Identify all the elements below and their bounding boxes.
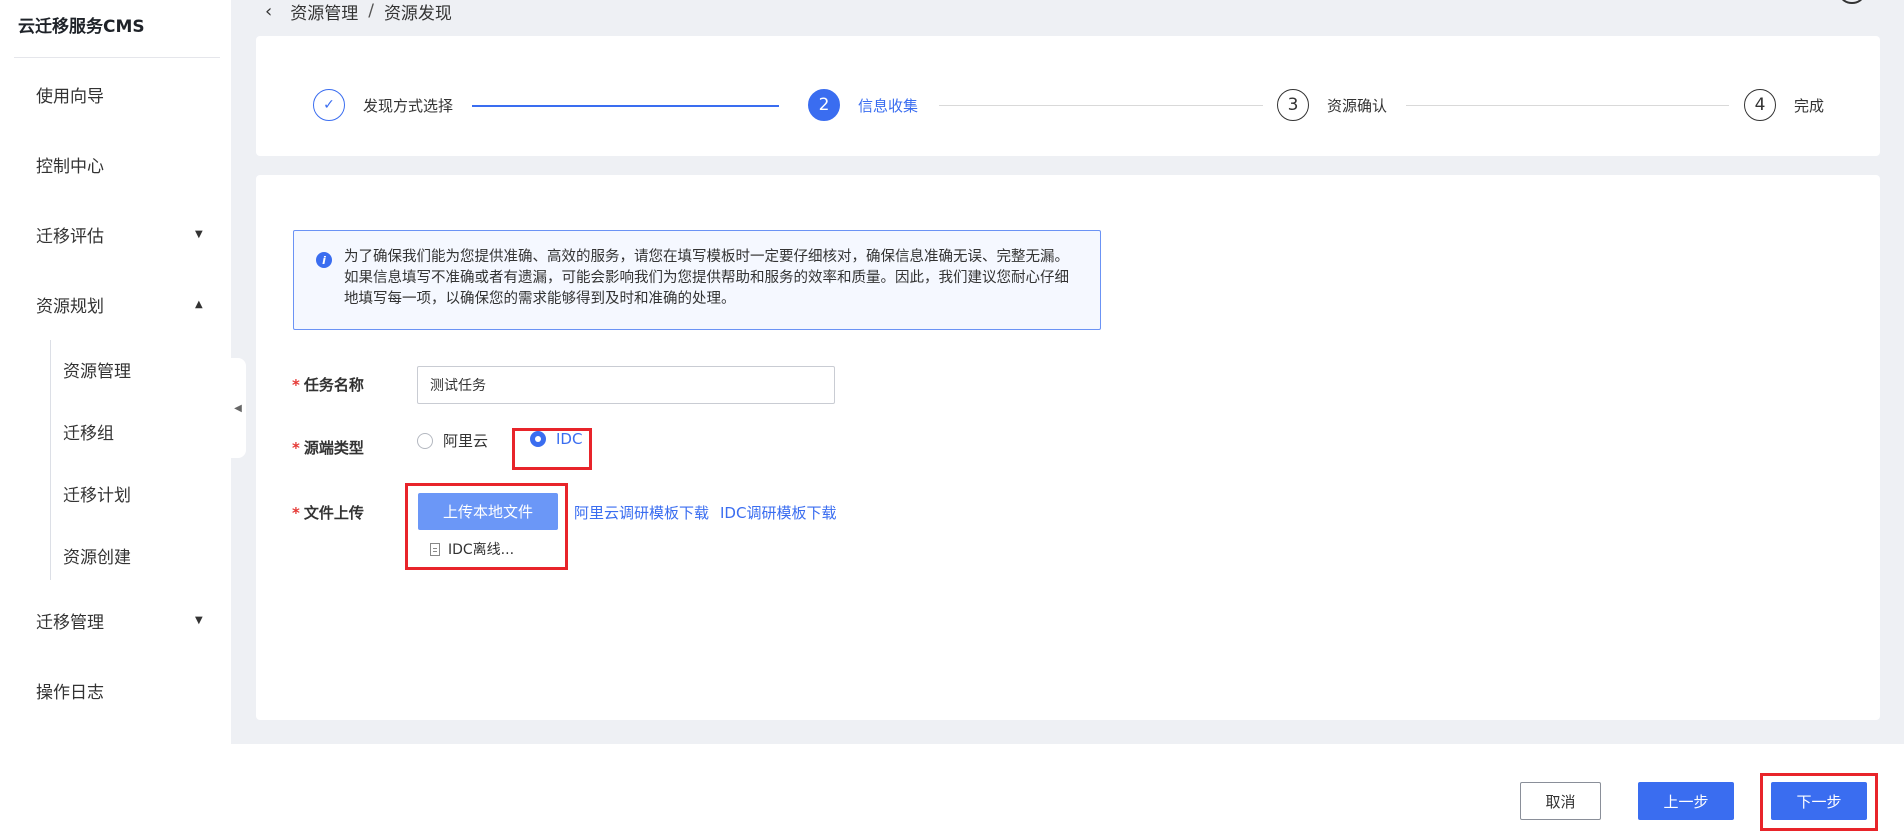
sidebar-collapse-button[interactable]: ◀ bbox=[230, 358, 246, 458]
app-title: 云迁移服务CMS bbox=[18, 17, 145, 37]
highlight-box-upload bbox=[405, 483, 568, 570]
highlight-box-next bbox=[1760, 773, 1878, 831]
sidebar-item-migration-management[interactable]: 迁移管理 ▼ bbox=[0, 600, 231, 640]
step-1: ✓ 发现方式选择 bbox=[313, 89, 453, 121]
highlight-box-idc bbox=[512, 428, 592, 470]
steps-card: ✓ 发现方式选择 2 信息收集 3 资源确认 4 完成 bbox=[256, 36, 1880, 156]
task-name-input[interactable] bbox=[417, 366, 835, 404]
sidebar-item-migration-assessment[interactable]: 迁移评估 ▼ bbox=[0, 214, 231, 254]
sidebar-item-guide[interactable]: 使用向导 bbox=[0, 74, 231, 114]
sidebar-subitem-label: 迁移组 bbox=[63, 423, 114, 444]
field-label-text: 任务名称 bbox=[303, 376, 364, 394]
info-notice: i 为了确保我们能为您提供准确、高效的服务，请您在填写模板时一定要仔细核对，确保… bbox=[293, 230, 1101, 330]
sidebar-item-label: 使用向导 bbox=[36, 86, 104, 107]
collapse-left-icon: ◀ bbox=[234, 402, 242, 414]
sidebar-item-label: 资源规划 bbox=[36, 296, 104, 317]
task-name-label: * 任务名称 bbox=[292, 374, 364, 395]
step-connector bbox=[472, 105, 779, 107]
step-3: 3 资源确认 bbox=[1277, 89, 1387, 121]
breadcrumb: ‹ 资源管理 / 资源发现 bbox=[265, 0, 452, 24]
caret-up-icon: ▲ bbox=[195, 298, 203, 310]
sidebar-subitem-label: 资源管理 bbox=[63, 361, 131, 382]
step-number: 4 bbox=[1744, 89, 1776, 121]
field-label-text: 源端类型 bbox=[303, 439, 364, 457]
caret-down-icon: ▼ bbox=[195, 614, 203, 626]
cancel-button[interactable]: 取消 bbox=[1520, 782, 1601, 820]
sidebar-item-label: 迁移评估 bbox=[36, 226, 104, 247]
breadcrumb-parent[interactable]: 资源管理 bbox=[290, 0, 358, 24]
sidebar-item-control-center[interactable]: 控制中心 bbox=[0, 144, 231, 184]
step-number: 2 bbox=[808, 89, 840, 121]
sidebar-subitem-migration-plan[interactable]: 迁移计划 bbox=[63, 475, 131, 511]
step-label: 发现方式选择 bbox=[363, 96, 454, 115]
required-mark: * bbox=[292, 376, 300, 394]
step-label: 信息收集 bbox=[858, 96, 919, 115]
radio-label: 阿里云 bbox=[443, 432, 489, 450]
caret-down-icon: ▼ bbox=[195, 228, 203, 240]
breadcrumb-separator: / bbox=[368, 1, 374, 21]
required-mark: * bbox=[292, 439, 300, 457]
step-label: 完成 bbox=[1794, 96, 1825, 115]
check-icon: ✓ bbox=[313, 89, 345, 121]
step-connector bbox=[1406, 105, 1729, 106]
notice-text: 为了确保我们能为您提供准确、高效的服务，请您在填写模板时一定要仔细核对，确保信息… bbox=[344, 249, 1069, 307]
sidebar: 云迁移服务CMS 使用向导 控制中心 迁移评估 ▼ 资源规划 ▲ 资源管理 迁移… bbox=[0, 0, 231, 831]
sidebar-subitem-label: 迁移计划 bbox=[63, 485, 131, 506]
sidebar-item-operation-log[interactable]: 操作日志 bbox=[0, 670, 231, 710]
help-icon[interactable] bbox=[1840, 0, 1864, 4]
sidebar-item-resource-planning[interactable]: 资源规划 ▲ bbox=[0, 284, 231, 324]
divider bbox=[14, 57, 220, 58]
sidebar-subitem-migration-group[interactable]: 迁移组 bbox=[63, 413, 114, 449]
back-icon[interactable]: ‹ bbox=[265, 1, 272, 22]
aliyun-template-download-link[interactable]: 阿里云调研模板下载 bbox=[574, 502, 709, 523]
field-label-text: 文件上传 bbox=[303, 504, 364, 522]
sidebar-item-label: 控制中心 bbox=[36, 156, 104, 177]
step-4: 4 完成 bbox=[1744, 89, 1824, 121]
form-card: i 为了确保我们能为您提供准确、高效的服务，请您在填写模板时一定要仔细核对，确保… bbox=[256, 175, 1880, 720]
step-2: 2 信息收集 bbox=[808, 89, 918, 121]
sidebar-item-label: 迁移管理 bbox=[36, 612, 104, 633]
source-type-label: * 源端类型 bbox=[292, 437, 364, 458]
step-connector bbox=[939, 105, 1263, 106]
required-mark: * bbox=[292, 504, 300, 522]
step-number: 3 bbox=[1277, 89, 1309, 121]
idc-template-download-link[interactable]: IDC调研模板下载 bbox=[720, 502, 836, 523]
sidebar-subitem-label: 资源创建 bbox=[63, 547, 131, 568]
sidebar-item-label: 操作日志 bbox=[36, 682, 104, 703]
radio-aliyun[interactable]: 阿里云 bbox=[417, 430, 488, 451]
file-upload-label: * 文件上传 bbox=[292, 502, 364, 523]
step-label: 资源确认 bbox=[1327, 96, 1388, 115]
sidebar-subitem-resource-creation[interactable]: 资源创建 bbox=[63, 537, 131, 573]
previous-step-button[interactable]: 上一步 bbox=[1638, 782, 1734, 820]
sidebar-subitem-resource-management[interactable]: 资源管理 bbox=[63, 351, 131, 387]
submenu-guide-line bbox=[50, 340, 51, 580]
radio-circle-icon bbox=[417, 432, 433, 449]
breadcrumb-current: 资源发现 bbox=[383, 3, 452, 24]
info-icon: i bbox=[316, 252, 332, 268]
